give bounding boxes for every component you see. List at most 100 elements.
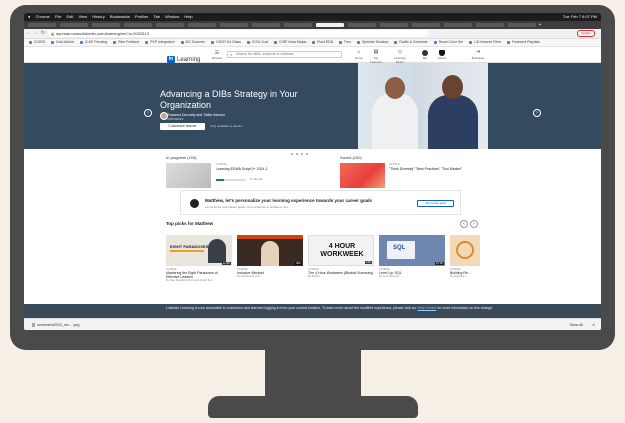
menu-item-history[interactable]: History (92, 13, 104, 21)
menu-item-file[interactable]: File (55, 13, 61, 21)
menu-item-window[interactable]: Window (165, 13, 179, 21)
browser-tab[interactable] (412, 23, 440, 27)
course-card[interactable]: 38m COURSE Inclusive Mindset By Latasha … (237, 235, 303, 278)
course-thumbnail[interactable]: EIGHT PARADOXES 1h 9m (166, 235, 232, 266)
browser-tab[interactable] (220, 23, 248, 27)
course-thumbnail[interactable] (450, 235, 480, 266)
thumbnail-stripe (170, 250, 204, 252)
nav-me[interactable]: Me (417, 49, 433, 60)
bookmark-item[interactable]: L/D Intranet Fiber (469, 39, 501, 46)
menu-item-bookmarks[interactable]: Bookmarks (110, 13, 130, 21)
picks-prev-button[interactable]: ‹ (460, 220, 468, 228)
bookmark-item[interactable]: Treo (339, 39, 351, 46)
menu-item-profiles[interactable]: Profiles (135, 13, 148, 21)
browser-tab-active[interactable] (316, 23, 344, 27)
bookmark-item[interactable]: MC Scanner (181, 39, 205, 46)
browser-tab[interactable] (444, 23, 472, 27)
bookmark-item[interactable]: ICOEB (29, 39, 45, 46)
nav-business[interactable]: ⇥ Business (470, 49, 486, 60)
in-progress-label[interactable]: In progress (153) (166, 155, 196, 160)
browser-tab[interactable] (508, 23, 536, 27)
browser-update-button[interactable]: Update (577, 30, 595, 37)
nav-learning-library[interactable]: ▭ Learning library (392, 49, 408, 64)
search-input[interactable]: ⌕ Search for skills, subjects or softwar… (227, 51, 342, 58)
menu-item-edit[interactable]: Edit (66, 13, 73, 21)
course-card[interactable]: SQL 1h 4m COURSE Level Up: SQL By Scott … (379, 235, 445, 278)
in-progress-title[interactable]: Learning EDWA Script 0+ 2024-1 (216, 167, 336, 171)
monitor-bezel: ● Chrome File Edit View History Bookmark… (10, 5, 615, 350)
hero-prev-button[interactable]: ‹ (144, 109, 152, 117)
learning-header: in Learning ☰ Browse ⌕ Search for skills,… (24, 47, 601, 64)
browser-tab[interactable] (348, 23, 376, 27)
instructor-figure (428, 95, 478, 149)
close-icon[interactable]: ✕ (592, 319, 595, 330)
help-center-link[interactable]: Help Center (418, 306, 437, 310)
bookmark-item[interactable]: ICSA Cust (247, 39, 268, 46)
browser-tab[interactable] (380, 23, 408, 27)
nav-admin[interactable]: Admin (434, 49, 450, 60)
show-all-button[interactable]: Show All (570, 319, 583, 330)
browser-tab[interactable] (60, 23, 88, 27)
instructor-figure (372, 93, 418, 149)
menu-clock[interactable]: Tue Feb 7 6:07 PM (563, 13, 597, 21)
browser-tab-strip: + (24, 21, 601, 29)
bookmark-item[interactable]: Drafts & Schedule (394, 39, 427, 46)
bookmark-item[interactable]: Sprinkle Desktop (357, 39, 388, 46)
bookmark-item[interactable]: Rise Portland (113, 39, 139, 46)
reload-icon[interactable]: ↻ (40, 30, 46, 37)
course-card[interactable]: COURSE Building Re... By Stephanie... (450, 235, 480, 278)
nav-home[interactable]: ⌂ Home (351, 49, 367, 60)
course-thumbnail[interactable]: 4 HOUR WORKWEEK 14m (308, 235, 374, 266)
carousel-indicator[interactable] (286, 142, 311, 160)
course-thumbnail[interactable]: 38m (237, 235, 303, 266)
downloaded-file[interactable]: screenshot2023_nm... .png (32, 319, 79, 330)
apple-icon[interactable]: ● (28, 13, 30, 21)
browse-menu[interactable]: ☰ Browse (210, 50, 224, 60)
carousel-dot[interactable] (296, 153, 298, 155)
nav-my-learning[interactable]: ▤ My Learning (368, 49, 384, 64)
course-thumbnail[interactable]: SQL 1h 4m (379, 235, 445, 266)
hero-title[interactable]: Advancing a DIBs Strategy in Your Organi… (160, 89, 310, 111)
saved-label[interactable]: Saved (150) (340, 155, 362, 160)
picks-next-button[interactable]: › (470, 220, 478, 228)
browser-tab[interactable] (188, 23, 216, 27)
new-tab-button[interactable]: + (537, 22, 543, 28)
hero-next-button[interactable]: › (533, 109, 541, 117)
carousel-dot[interactable] (306, 153, 308, 155)
bookmark-item[interactable]: ICBP Insta Mapia (274, 39, 306, 46)
bookmark-item[interactable]: ICAP Pending (80, 39, 107, 46)
customize-learner-button[interactable]: Customize learner (160, 123, 205, 130)
carousel-dot[interactable] (291, 153, 293, 155)
saved-thumbnail[interactable] (340, 163, 385, 188)
bookmark-item[interactable]: OSVR Ed Glass (211, 39, 241, 46)
bookmark-item[interactable]: PVP Integration (145, 39, 174, 46)
course-card[interactable]: 4 HOUR WORKWEEK 14m COURSE The 4-Hour Wo… (308, 235, 374, 278)
bookmark-item[interactable]: Gold Airbnb (51, 39, 74, 46)
menu-item-chrome[interactable]: Chrome (36, 13, 50, 21)
browser-tab[interactable] (28, 23, 56, 27)
browser-tab[interactable] (252, 23, 280, 27)
thumbnail-figure (208, 239, 226, 263)
in-progress-thumbnail[interactable] (166, 163, 211, 188)
bookmark-item[interactable]: Roof EDB (312, 39, 333, 46)
carousel-dot[interactable] (301, 153, 303, 155)
menu-item-help[interactable]: Help (184, 13, 192, 21)
saved-title[interactable]: "Think Diversity" "Best Practices" "Tool… (389, 167, 509, 171)
carousel-dot[interactable] (286, 153, 288, 155)
browser-tab[interactable] (156, 23, 184, 27)
browser-tab[interactable] (92, 23, 120, 27)
course-title[interactable]: Mastering the Eight Paradoxes of Effecti… (166, 271, 232, 279)
browser-tab[interactable] (124, 23, 152, 27)
bookmark-item[interactable]: Featured Playlists (507, 39, 540, 46)
bookmark-item[interactable]: Rosel Color Sel (434, 39, 463, 46)
menu-item-view[interactable]: View (79, 13, 88, 21)
set-career-goal-button[interactable]: Set career goal (417, 200, 454, 207)
course-card[interactable]: EIGHT PARADOXES 1h 9m COURSE Mastering t… (166, 235, 232, 282)
browser-tab[interactable] (476, 23, 504, 27)
hero-image[interactable] (358, 63, 488, 149)
address-bar[interactable]: 🔒 ayumaru.www.linkedin.com/learning/me?u… (48, 30, 428, 37)
back-icon[interactable]: ← (26, 30, 32, 37)
forward-icon[interactable]: → (33, 30, 39, 37)
menu-item-tab[interactable]: Tab (153, 13, 159, 21)
browser-tab[interactable] (284, 23, 312, 27)
